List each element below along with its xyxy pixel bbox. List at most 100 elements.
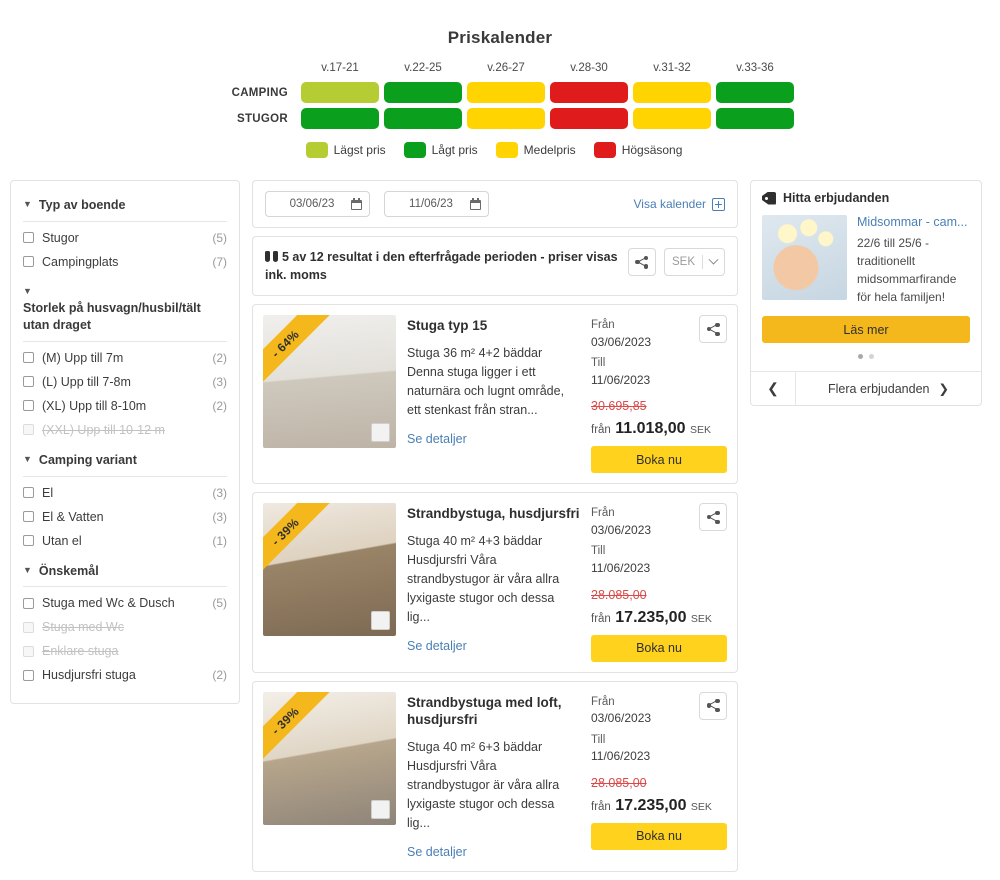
caret-down-icon: ▼ (23, 199, 32, 209)
listing-title: Strandbystuga, husdjursfri (407, 506, 580, 522)
filter-option[interactable]: Husdjursfri stuga (2) (23, 663, 227, 687)
show-calendar-label: Visa kalender (633, 197, 707, 211)
filter-option: Enklare stuga (23, 639, 227, 663)
filter-option[interactable]: Stugor (5) (23, 226, 227, 250)
result-cards-list: - 64% Stuga typ 15 Stuga 36 m² 4+2 bäddar … (252, 304, 738, 872)
checkbox[interactable] (23, 511, 34, 522)
share-listing-button[interactable] (699, 503, 727, 532)
to-label: Till (591, 545, 606, 558)
filter-option[interactable]: (L) Upp till 7-8m (3) (23, 370, 227, 394)
listing-thumbnail[interactable]: - 64% (263, 315, 396, 449)
offers-column: Hitta erbjudanden Midsommar - cam... 22/… (750, 180, 982, 406)
filter-sidebar: ▼ Typ av boende Stugor (5) Campingplats (7) ▼ S… (10, 180, 240, 705)
offer-body: Midsommar - cam... 22/6 till 25/6 - trad… (762, 215, 970, 306)
filter-group-header[interactable]: ▼ Storlek på husvagn/husbil/tält utan dra… (23, 278, 227, 341)
filter-option[interactable]: Campingplats (7) (23, 250, 227, 274)
share-icon (635, 255, 649, 269)
offers-footer: ❮ Flera erbjudanden ❯ (751, 371, 981, 405)
checkbox[interactable] (23, 669, 34, 681)
filter-group-title: Storlek på husvagn/husbil/tält utan drag… (23, 300, 201, 332)
currency-selector[interactable]: SEK (663, 248, 725, 276)
listing-thumbnail[interactable]: - 39% (263, 503, 396, 637)
checkbox[interactable] (23, 535, 34, 546)
filter-option-count: (2) (212, 350, 227, 365)
date-to-input[interactable]: 11/06/23 (384, 191, 489, 217)
discount-badge: - 39% (263, 691, 330, 765)
book-now-button[interactable]: Boka nu (591, 446, 727, 474)
filter-option-label: El (42, 485, 54, 500)
see-details-link[interactable]: Se detaljer (407, 845, 467, 859)
filter-option[interactable]: El (3) (23, 481, 227, 505)
share-listing-button[interactable] (699, 315, 727, 344)
checkbox[interactable] (23, 376, 34, 388)
calendar-cell (716, 108, 794, 129)
calendar-cell (633, 82, 711, 103)
checkbox[interactable] (23, 400, 34, 412)
legend-label: Lågt pris (431, 143, 478, 157)
results-count-text: 5 av 12 resultat i den efterfrågade peri… (265, 248, 628, 284)
checkbox[interactable] (23, 487, 34, 498)
results-column: 03/06/23 11/06/23 Visa kalender 5 av 12 … (252, 180, 738, 880)
show-calendar-link[interactable]: Visa kalender (633, 197, 725, 211)
more-offers-label: Flera erbjudanden (828, 381, 930, 396)
filter-option-count: (2) (212, 398, 227, 413)
calendar-cell (550, 82, 628, 103)
checkbox[interactable] (23, 597, 34, 609)
to-date: 11/06/2023 (591, 749, 651, 764)
share-listing-button[interactable] (699, 691, 727, 720)
filter-option[interactable]: (M) Upp till 7m (2) (23, 346, 227, 370)
carousel-dot[interactable] (869, 354, 874, 359)
listing-title: Strandbystuga med loft, husdjursfri (407, 694, 562, 728)
filter-option[interactable]: El & Vatten (3) (23, 505, 227, 529)
filter-option[interactable]: Stuga med Wc & Dusch (5) (23, 591, 227, 615)
see-details-link[interactable]: Se detaljer (407, 432, 467, 446)
tag-icon (762, 191, 776, 205)
listing-description: Stuga 40 m² 6+3 bäddar Husdjursfri Våra … (407, 739, 560, 830)
filter-option-label: Enklare stuga (42, 644, 119, 659)
filter-group-header[interactable]: ▼ Typ av boende (23, 191, 227, 221)
filter-option-count: (3) (212, 509, 227, 524)
filter-option-count: (5) (212, 230, 227, 245)
filter-group-header[interactable]: ▼ Camping variant (23, 446, 227, 476)
plus-box-icon (712, 197, 725, 211)
read-more-button[interactable]: Läs mer (762, 316, 970, 343)
price-prefix: från (591, 800, 611, 813)
listing-thumbnail[interactable]: - 39% (263, 691, 396, 825)
current-price: från 17.235,00 SEK (591, 609, 727, 627)
filter-group: ▼ Camping variant El (3) El & Vatten (3) Utan … (23, 446, 227, 553)
book-now-button[interactable]: Boka nu (591, 822, 727, 850)
filter-option[interactable]: (XL) Upp till 8-10m (2) (23, 394, 227, 418)
to-label: Till (591, 733, 606, 746)
book-now-button[interactable]: Boka nu (591, 634, 727, 662)
price-calendar-title: Priskalender (447, 28, 553, 47)
currency-divider (702, 255, 703, 269)
filter-option-label: Husdjursfri stuga (42, 668, 136, 683)
see-details-link[interactable]: Se detaljer (407, 639, 467, 653)
listing-description: Stuga 40 m² 4+3 bäddar Husdjursfri Våra … (407, 533, 560, 624)
offers-prev-button[interactable]: ❮ (751, 380, 795, 397)
more-offers-button[interactable]: Flera erbjudanden ❯ (795, 372, 981, 405)
carousel-dot-active[interactable] (858, 354, 863, 359)
offer-title-link[interactable]: Midsommar - cam... (857, 215, 970, 229)
share-icon (706, 322, 720, 336)
filter-option-label: Campingplats (42, 254, 119, 269)
caret-down-icon: ▼ (23, 564, 32, 575)
date-from-input[interactable]: 03/06/23 (265, 191, 370, 217)
offer-description: 22/6 till 25/6 - traditionellt midsommar… (857, 236, 957, 304)
checkbox[interactable] (23, 232, 34, 244)
calendar-cell (550, 108, 628, 129)
filter-group-title: Typ av boende (38, 198, 126, 212)
filter-group-header[interactable]: ▼ Önskemål (23, 557, 227, 587)
checkbox[interactable] (23, 352, 34, 364)
currency-value: SEK (671, 256, 695, 268)
share-results-button[interactable] (627, 248, 656, 276)
filter-option[interactable]: Utan el (1) (23, 529, 227, 553)
original-price: 30.695,85 (591, 399, 647, 414)
checkbox[interactable] (23, 256, 34, 268)
original-price: 28.085,00 (591, 587, 647, 602)
legend-item: Lägst pris (305, 142, 386, 158)
legend-item: Högsäsong (593, 142, 682, 158)
offers-panel: Hitta erbjudanden Midsommar - cam... 22/… (750, 180, 982, 406)
price-currency: SEK (690, 800, 712, 813)
calendar-cell (301, 108, 379, 129)
